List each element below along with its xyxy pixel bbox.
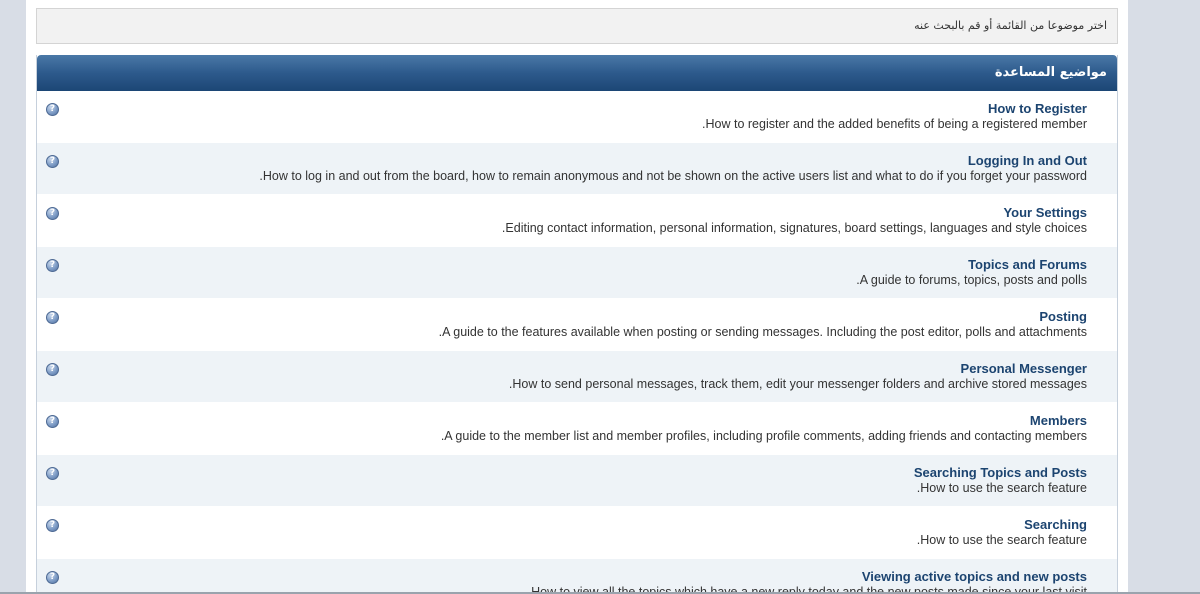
topic-description: How to use the search feature. [916,481,1087,495]
help-page: اختر موضوعا من القائمة أو قم بالبحث عنه … [26,0,1128,594]
question-icon: ? [46,155,59,168]
topic-link[interactable]: Logging In and Out [259,153,1087,169]
intro-text: اختر موضوعا من القائمة أو قم بالبحث عنه [914,19,1107,32]
list-item: ? Searching Topics and Posts How to use … [37,455,1117,507]
question-icon: ? [46,467,59,480]
intro-box: اختر موضوعا من القائمة أو قم بالبحث عنه [36,8,1118,44]
topic-description: How to log in and out from the board, ho… [259,169,1087,183]
list-item: ? Searching How to use the search featur… [37,507,1117,559]
question-icon: ? [46,363,59,376]
question-icon: ? [46,311,59,324]
list-item: ? How to Register How to register and th… [37,91,1117,143]
list-item: ? Personal Messenger How to send persona… [37,351,1117,403]
topic-description: Editing contact information, personal in… [501,221,1087,235]
list-item: ? Posting A guide to the features availa… [37,299,1117,351]
topic-link[interactable]: How to Register [702,101,1087,117]
list-item: ? Members A guide to the member list and… [37,403,1117,455]
question-icon: ? [46,571,59,584]
question-icon: ? [46,259,59,272]
list-item: ? Topics and Forums A guide to forums, t… [37,247,1117,299]
help-topics-panel: مواضيع المساعدة ? How to Register How to… [36,55,1118,594]
list-item: ? Logging In and Out How to log in and o… [37,143,1117,195]
topic-link[interactable]: Searching [917,517,1087,533]
panel-header: مواضيع المساعدة [37,55,1117,91]
list-item: ? Viewing active topics and new posts Ho… [37,559,1117,594]
topic-description: How to register and the added benefits o… [702,117,1087,131]
topic-description: How to use the search feature. [916,533,1087,547]
topic-description: A guide to the member list and member pr… [440,429,1087,443]
topic-description: How to send personal messages, track the… [508,377,1087,391]
topic-link[interactable]: Searching Topics and Posts [914,465,1087,481]
topic-link[interactable]: Viewing active topics and new posts [528,569,1087,585]
question-icon: ? [46,103,59,116]
topic-link[interactable]: Members [441,413,1087,429]
panel-title: مواضيع المساعدة [994,65,1107,80]
list-item: ? Your Settings Editing contact informat… [37,195,1117,247]
topic-list: ? How to Register How to register and th… [37,91,1117,594]
question-icon: ? [46,415,59,428]
question-icon: ? [46,207,59,220]
topic-description: A guide to forums, topics, posts and pol… [856,273,1087,287]
topic-link[interactable]: Your Settings [502,205,1087,221]
topic-description: A guide to the features available when p… [438,325,1087,339]
topic-link[interactable]: Personal Messenger [509,361,1087,377]
topic-link[interactable]: Posting [439,309,1087,325]
topic-link[interactable]: Topics and Forums [856,257,1087,273]
question-icon: ? [46,519,59,532]
